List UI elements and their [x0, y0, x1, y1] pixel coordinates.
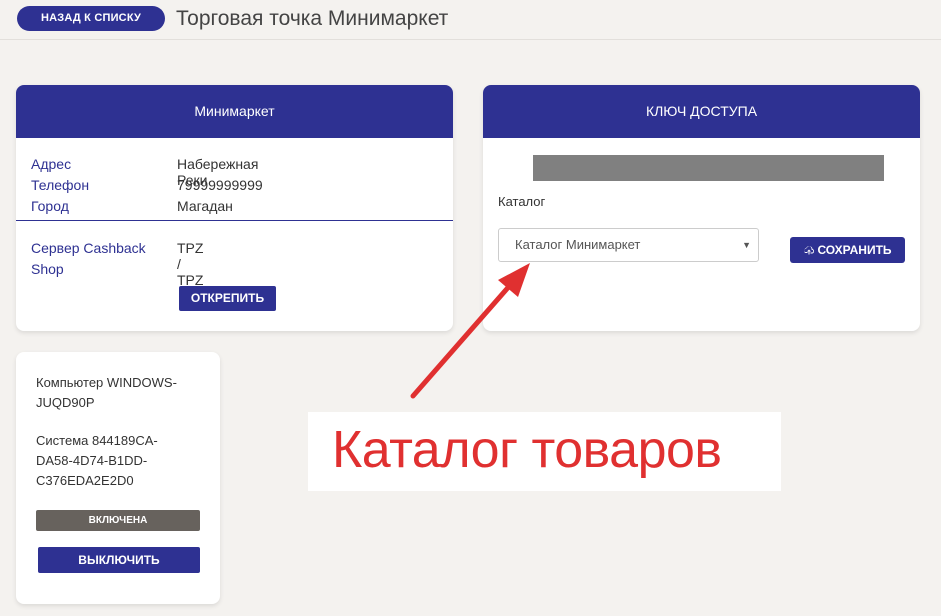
server-value: TPZ / TPZ: [177, 240, 204, 288]
back-to-list-button[interactable]: НАЗАД К СПИСКУ: [17, 6, 165, 31]
catalog-select-value: Каталог Минимаркет: [515, 237, 641, 252]
phone-label: Телефон: [31, 177, 90, 193]
access-key-card: КЛЮЧ ДОСТУПА Каталог Каталог Минимаркет …: [483, 85, 920, 331]
detach-button[interactable]: ОТКРЕПИТЬ: [179, 286, 276, 311]
system-id-line1: Система 844189CA-: [36, 433, 158, 448]
status-badge: ВКЛЮЧЕНА: [36, 510, 200, 531]
divider: [16, 220, 453, 221]
annotation-box: Каталог товаров: [308, 412, 781, 491]
server-label-cont: Shop: [31, 261, 64, 277]
computer-name: Компьютер WINDOWS- JUQD90P: [36, 373, 206, 413]
city-label: Город: [31, 198, 69, 214]
annotation-text: Каталог товаров: [332, 421, 722, 479]
catalog-select[interactable]: Каталог Минимаркет ▼: [498, 228, 759, 262]
computer-name-line2: JUQD90P: [36, 395, 95, 410]
catalog-label: Каталог: [498, 194, 546, 209]
chevron-down-icon: ▼: [742, 240, 751, 250]
top-bar: НАЗАД К СПИСКУ Торговая точка Минимаркет: [0, 0, 941, 40]
city-value: Магадан: [177, 198, 233, 214]
save-button[interactable]: СОХРАНИТЬ: [790, 237, 905, 263]
system-id: Система 844189CA- DA58-4D74-B1DD- C376ED…: [36, 431, 206, 491]
page-title: Торговая точка Минимаркет: [176, 7, 449, 30]
store-card: Минимаркет Адрес Набережная Реки Телефон…: [16, 85, 453, 331]
access-key-title: КЛЮЧ ДОСТУПА: [483, 85, 920, 138]
access-key-value: [533, 155, 884, 181]
computer-name-line1: Компьютер WINDOWS-: [36, 375, 177, 390]
address-label: Адрес: [31, 156, 72, 172]
disable-button[interactable]: ВЫКЛЮЧИТЬ: [38, 547, 200, 573]
system-id-line3: C376EDA2E2D0: [36, 473, 134, 488]
system-id-line2: DA58-4D74-B1DD-: [36, 453, 148, 468]
save-button-label: СОХРАНИТЬ: [817, 243, 892, 257]
device-card: Компьютер WINDOWS- JUQD90P Система 84418…: [16, 352, 220, 604]
phone-value: 79999999999: [177, 177, 263, 193]
store-card-title: Минимаркет: [16, 85, 453, 138]
server-label: Сервер Cashback: [31, 240, 146, 256]
cloud-upload-icon: [804, 246, 815, 255]
